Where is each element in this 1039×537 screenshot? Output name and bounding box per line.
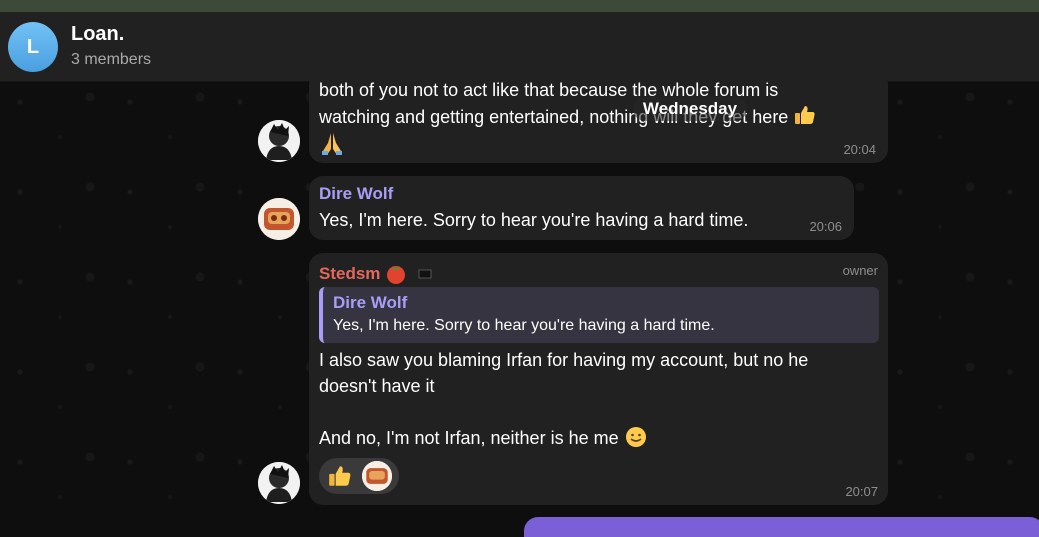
group-avatar[interactable]: L	[8, 22, 58, 72]
sender-name[interactable]: Stedsm	[319, 264, 380, 284]
message-text-line: I also saw you blaming Irfan for having …	[319, 350, 809, 370]
owner-badge: owner	[842, 263, 878, 278]
message-bubble[interactable]: both of you not to act like that because…	[309, 71, 888, 163]
thumbs-up-reaction-icon[interactable]	[327, 463, 353, 489]
message-time: 20:06	[809, 219, 842, 234]
own-message-bubble[interactable]	[524, 517, 1039, 537]
message-text-line: doesn't have it	[319, 376, 435, 396]
smile-icon	[625, 427, 646, 447]
tomato-icon	[387, 266, 406, 284]
thumbs-up-icon	[795, 106, 815, 124]
sender-row: Stedsm	[319, 262, 432, 286]
message-time: 20:07	[845, 484, 878, 499]
message-text: Yes, I'm here. Sorry to hear you're havi…	[319, 210, 749, 230]
window-top-strip	[0, 0, 1039, 12]
message-bubble[interactable]: Dire Wolf Yes, I'm here. Sorry to hear y…	[309, 176, 854, 240]
reactions[interactable]	[319, 458, 399, 494]
black-square-icon	[418, 269, 432, 279]
reply-text: Yes, I'm here. Sorry to hear you're havi…	[333, 317, 715, 334]
reactor-avatar[interactable]	[362, 461, 392, 491]
user-avatar-stedsm[interactable]	[258, 120, 300, 162]
user-avatar-stedsm[interactable]	[258, 462, 300, 504]
date-divider: Wednesday	[633, 97, 747, 121]
chat-title[interactable]: Loan.	[71, 23, 124, 46]
member-count[interactable]: 3 members	[71, 51, 151, 69]
reply-sender: Dire Wolf	[333, 293, 408, 312]
message-bubble[interactable]: Stedsm owner Dire Wolf Yes, I'm here. So…	[309, 253, 888, 505]
folded-hands-icon	[322, 133, 342, 155]
message-time: 20:04	[843, 142, 876, 157]
reply-quote[interactable]: Dire Wolf Yes, I'm here. Sorry to hear y…	[319, 287, 879, 343]
message-text-line: And no, I'm not Irfan, neither is he me	[319, 425, 648, 451]
sender-name[interactable]: Dire Wolf	[319, 184, 393, 204]
message-text: And no, I'm not Irfan, neither is he me	[319, 428, 619, 448]
user-avatar-dire-wolf[interactable]	[258, 198, 300, 240]
